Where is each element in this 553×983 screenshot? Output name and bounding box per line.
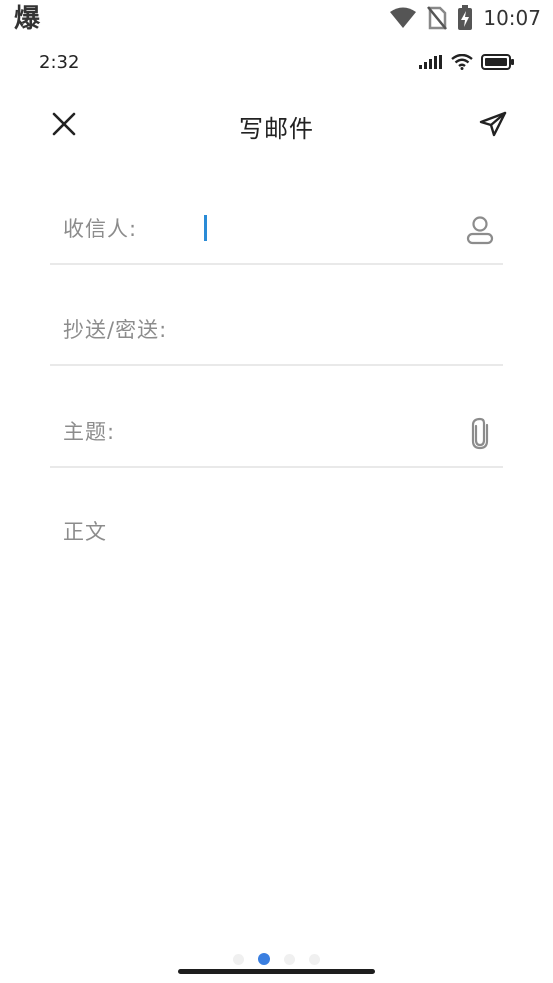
- signal-icon: [419, 55, 443, 69]
- page-dot[interactable]: [309, 953, 320, 965]
- wifi-icon: [389, 7, 417, 29]
- subject-label: 主题:: [63, 420, 116, 444]
- page-indicator: [233, 953, 334, 965]
- os-clock: 10:07: [483, 6, 541, 30]
- page-title: 写邮件: [239, 115, 314, 143]
- home-indicator[interactable]: [178, 969, 375, 974]
- send-icon: [479, 111, 507, 137]
- body-input[interactable]: [50, 506, 507, 890]
- no-sim-icon: [427, 6, 448, 30]
- send-button[interactable]: [475, 106, 511, 142]
- page-dot[interactable]: [233, 953, 244, 965]
- battery-charging-icon: [457, 5, 473, 31]
- app-status-icons: [411, 54, 515, 70]
- page-dot[interactable]: [284, 953, 295, 965]
- page-dot-active[interactable]: [258, 953, 270, 965]
- add-contact-button[interactable]: [465, 213, 495, 247]
- notification-app-glyph: 爆: [14, 4, 41, 34]
- contact-icon: [466, 216, 494, 245]
- message-body: 正文: [50, 506, 507, 890]
- compose-header: 写邮件: [0, 96, 553, 152]
- subject-field: 主题:: [50, 402, 503, 468]
- recipient-input[interactable]: [190, 209, 444, 245]
- app-status-bar: 2:32: [0, 46, 553, 82]
- wifi-icon: [451, 54, 473, 70]
- cc-bcc-label: 抄送/密送:: [63, 318, 168, 342]
- battery-icon: [481, 54, 515, 70]
- os-status-icons: 10:07: [389, 4, 541, 32]
- app-clock: 2:32: [39, 52, 80, 73]
- text-caret: [204, 215, 207, 241]
- cc-bcc-field: 抄送/密送:: [50, 300, 503, 366]
- attach-button[interactable]: [465, 416, 495, 450]
- os-status-bar: 爆 10:07: [0, 0, 553, 40]
- recipient-label: 收信人:: [63, 217, 138, 241]
- subject-input[interactable]: [130, 412, 384, 448]
- cc-bcc-input[interactable]: [190, 310, 444, 346]
- attachment-icon: [471, 417, 489, 450]
- recipient-field: 收信人:: [50, 199, 503, 265]
